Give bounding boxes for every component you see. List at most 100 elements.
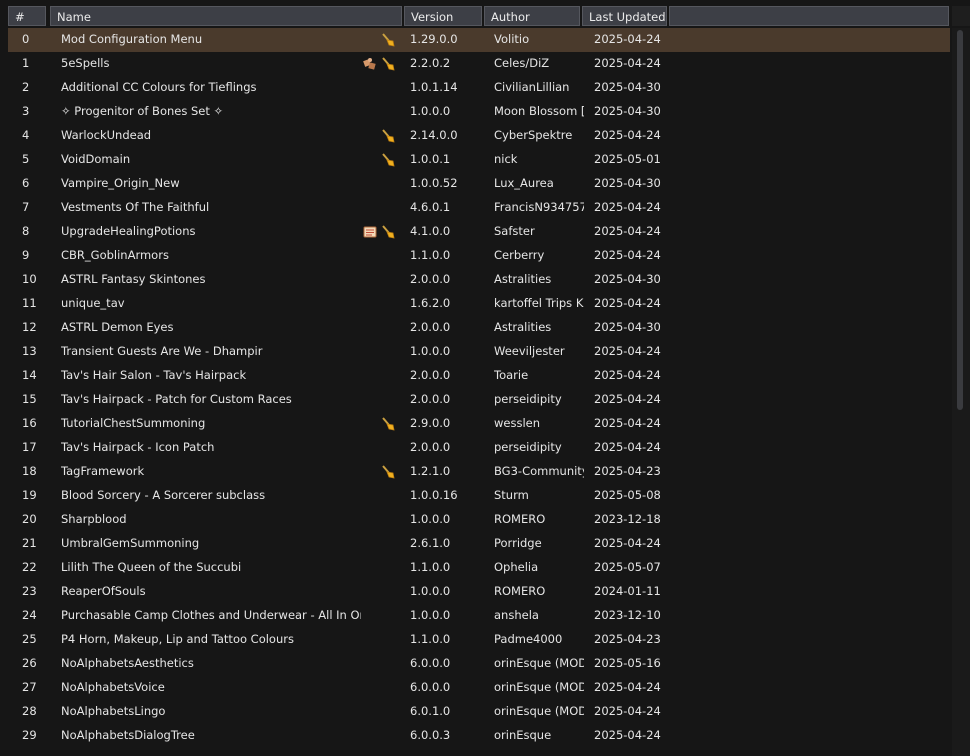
column-header-filler (669, 6, 949, 26)
row-number: 25 (22, 632, 37, 646)
row-name: ASTRL Demon Eyes (61, 320, 174, 334)
table-row[interactable]: 26 NoAlphabetsAesthetics 6.0.0.0 orinEsque … (8, 652, 950, 676)
row-name: Lilith The Queen of the Succubi (61, 560, 242, 574)
table-row[interactable]: 3 ✧ Progenitor of Bones Set ✧ 1.0.0.0 Moon … (8, 100, 950, 124)
row-name: ASTRL Fantasy Skintones (61, 272, 206, 286)
table-row[interactable]: 6 Vampire_Origin_New 1.0.0.52 Lux_Aurea 2025… (8, 172, 950, 196)
row-author: CyberSpektre (494, 128, 573, 142)
row-last-updated: 2025-04-24 (594, 368, 661, 382)
row-author: Cerberry (494, 248, 545, 262)
row-author: orinEsque (MOD (494, 680, 584, 694)
row-version: 6.0.0.3 (410, 728, 451, 742)
row-last-updated: 2025-04-24 (594, 344, 661, 358)
column-header-name[interactable]: Name (50, 6, 402, 26)
row-version: 1.29.0.0 (410, 32, 458, 46)
table-row[interactable]: 5 VoidDomain 1.0.0.1 nick 2025-05-01 (8, 148, 950, 172)
row-version: 1.0.0.0 (410, 608, 451, 622)
table-row[interactable]: 12 ASTRL Demon Eyes 2.0.0.0 Astralities 2025… (8, 316, 950, 340)
row-author: Porridge (494, 536, 542, 550)
table-row[interactable]: 18 TagFramework 1.2.1.0 BG3-Community 2025-0… (8, 460, 950, 484)
row-last-updated: 2025-05-07 (594, 560, 661, 574)
scrollbar-thumb[interactable] (957, 30, 963, 410)
row-version: 6.0.1.0 (410, 704, 451, 718)
row-author: BG3-Community (494, 464, 584, 478)
row-number: 12 (22, 320, 37, 334)
row-number: 7 (22, 200, 30, 214)
table-row[interactable]: 4 WarlockUndead 2.14.0.0 CyberSpektre 2025-0… (8, 124, 950, 148)
table-row[interactable]: 7 Vestments Of The Faithful 4.6.0.1 Francis… (8, 196, 950, 220)
table-row[interactable]: 9 CBR_GoblinArmors 1.1.0.0 Cerberry 2025-04-… (8, 244, 950, 268)
row-last-updated: 2025-04-24 (594, 536, 661, 550)
table-row[interactable]: 25 P4 Horn, Makeup, Lip and Tattoo Colour… (8, 628, 950, 652)
column-header-last-updated[interactable]: Last Updated (582, 6, 667, 26)
table-row[interactable]: 21 UmbralGemSummoning 2.6.1.0 Porridge 2025-… (8, 532, 950, 556)
row-author: ROMERO (494, 512, 546, 526)
table-row[interactable]: 14 Tav's Hair Salon - Tav's Hairpack 2.0.0… (8, 364, 950, 388)
table-row[interactable]: 28 NoAlphabetsLingo 6.0.1.0 orinEsque (MOD 2… (8, 700, 950, 724)
row-name: Blood Sorcery - A Sorcerer subclass (61, 488, 266, 502)
row-version: 1.2.1.0 (410, 464, 451, 478)
row-name: ReaperOfSouls (61, 584, 146, 598)
row-name: Vestments Of The Faithful (61, 200, 210, 214)
table-row[interactable]: 27 NoAlphabetsVoice 6.0.0.0 orinEsque (MOD 2… (8, 676, 950, 700)
row-author: Sturm (494, 488, 529, 502)
row-name: UpgradeHealingPotions (61, 224, 196, 238)
table-row[interactable]: 29 NoAlphabetsDialogTree 6.0.0.3 orinEsque 2… (8, 724, 950, 748)
row-author: kartoffel Trips Kit (494, 296, 584, 310)
table-row[interactable]: 0 Mod Configuration Menu 1.29.0.0 Volitio 20… (8, 28, 950, 52)
row-number: 8 (22, 224, 30, 238)
row-author: wesslen (494, 416, 541, 430)
row-name: NoAlphabetsAesthetics (61, 656, 194, 670)
table-row[interactable]: 10 ASTRL Fantasy Skintones 2.0.0.0 Astralit… (8, 268, 950, 292)
broom-icon (380, 152, 396, 168)
column-header-author-label: Author (491, 10, 530, 24)
row-author: Safster (494, 224, 535, 238)
table-row[interactable]: 16 TutorialChestSummoning 2.9.0.0 wesslen 20… (8, 412, 950, 436)
row-last-updated: 2025-04-24 (594, 680, 661, 694)
column-header-version[interactable]: Version (404, 6, 482, 26)
table-row[interactable]: 19 Blood Sorcery - A Sorcerer subclass 1.0… (8, 484, 950, 508)
row-last-updated: 2025-04-30 (594, 104, 661, 118)
table-row[interactable]: 11 unique_tav 1.6.2.0 kartoffel Trips Kit 20… (8, 292, 950, 316)
broom-icon (380, 416, 396, 432)
table-row[interactable]: 23 ReaperOfSouls 1.0.0.0 ROMERO 2024-01-11 (8, 580, 950, 604)
table-row[interactable]: 1 5eSpells 2.2.0.2 Celes/DiZ 2025-04-24 (8, 52, 950, 76)
row-version: 1.1.0.0 (410, 632, 451, 646)
row-version: 2.0.0.0 (410, 368, 451, 382)
table-row[interactable]: 20 Sharpblood 1.0.0.0 ROMERO 2023-12-18 (8, 508, 950, 532)
row-version: 1.0.0.0 (410, 512, 451, 526)
row-author: ROMERO (494, 584, 546, 598)
row-author: Toarie (494, 368, 529, 382)
row-last-updated: 2025-04-24 (594, 200, 661, 214)
row-number: 18 (22, 464, 37, 478)
row-number: 15 (22, 392, 37, 406)
table-row[interactable]: 2 Additional CC Colours for Tieflings 1.0.… (8, 76, 950, 100)
row-number: 13 (22, 344, 37, 358)
column-header-number-label: # (15, 10, 25, 24)
table-row[interactable]: 24 Purchasable Camp Clothes and Underwear… (8, 604, 950, 628)
table-row[interactable]: 22 Lilith The Queen of the Succubi 1.1.0.0… (8, 556, 950, 580)
row-version: 4.6.0.1 (410, 200, 451, 214)
broom-icon (380, 32, 396, 48)
row-number: 6 (22, 176, 30, 190)
row-name: 5eSpells (61, 56, 110, 70)
row-number: 1 (22, 56, 30, 70)
table-row[interactable]: 15 Tav's Hairpack - Patch for Custom Race… (8, 388, 950, 412)
table-row[interactable]: 13 Transient Guests Are We - Dhampir 1.0.0… (8, 340, 950, 364)
row-author: CivilianLillian (494, 80, 570, 94)
mod-list: 0 Mod Configuration Menu 1.29.0.0 Volitio 20… (8, 28, 950, 748)
table-row[interactable]: 17 Tav's Hairpack - Icon Patch 2.0.0.0 pers… (8, 436, 950, 460)
table-row[interactable]: 8 UpgradeHealingPotions 4.1.0.0 Safster 2025… (8, 220, 950, 244)
column-header-author[interactable]: Author (484, 6, 580, 26)
row-last-updated: 2025-04-24 (594, 440, 661, 454)
row-icons (360, 464, 400, 480)
column-header-version-label: Version (411, 10, 454, 24)
row-number: 14 (22, 368, 37, 382)
column-header-number[interactable]: # (8, 6, 46, 26)
row-author: anshela (494, 608, 539, 622)
row-version: 2.6.1.0 (410, 536, 451, 550)
row-number: 19 (22, 488, 37, 502)
row-last-updated: 2025-04-24 (594, 704, 661, 718)
row-version: 2.2.0.2 (410, 56, 451, 70)
row-last-updated: 2025-04-24 (594, 392, 661, 406)
